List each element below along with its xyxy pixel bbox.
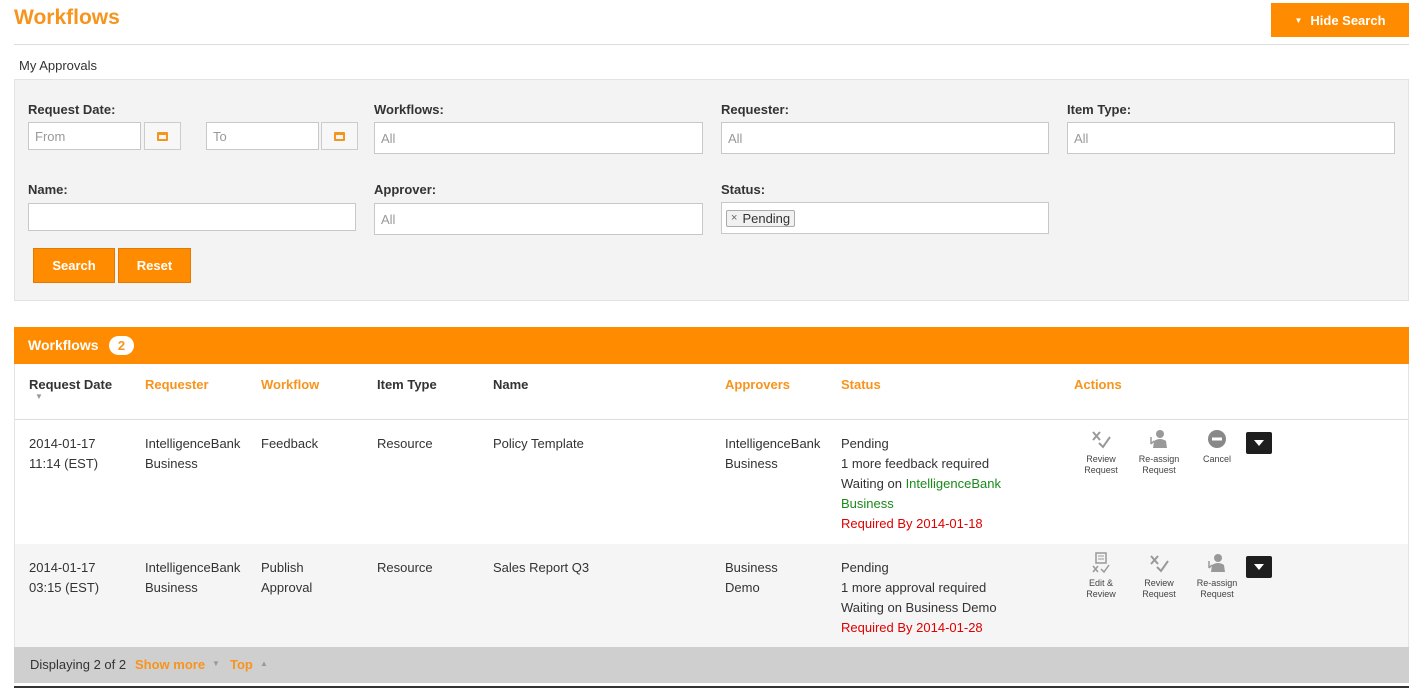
requester-select[interactable]: All (721, 122, 1049, 154)
calendar-icon (157, 131, 168, 141)
reset-button[interactable]: Reset (118, 248, 191, 283)
column-header-requester[interactable]: Requester (145, 377, 209, 392)
status-label: Status: (721, 182, 766, 197)
status-cell: Pending 1 more feedback required Waiting… (841, 434, 1001, 534)
approvers-cell: Business Demo (725, 560, 778, 595)
top-link[interactable]: Top (230, 657, 253, 672)
arrow-up-icon: ▲ (260, 659, 268, 668)
status-cell: Pending 1 more approval required Waiting… (841, 558, 997, 638)
item-type-select[interactable]: All (1067, 122, 1395, 154)
status-tag-pending[interactable]: × Pending (726, 209, 796, 227)
item-type-label: Item Type: (1067, 102, 1132, 117)
status-multiselect[interactable]: × Pending (721, 202, 1049, 234)
hide-search-button[interactable]: ▼ Hide Search (1271, 3, 1409, 37)
column-header-name: Name (493, 377, 529, 392)
reassign-request-button[interactable]: Re-assign Request (1192, 552, 1242, 600)
displaying-count: Displaying 2 of 2 (30, 657, 127, 672)
approver-select[interactable]: All (374, 203, 703, 235)
review-request-button[interactable]: Review Request (1076, 428, 1126, 476)
review-icon (1092, 431, 1111, 449)
name-cell: Sales Report Q3 (493, 560, 590, 575)
to-date-input[interactable]: To (206, 122, 319, 150)
hide-search-label: Hide Search (1310, 12, 1386, 28)
results-count-badge: 2 (109, 336, 134, 355)
more-actions-dropdown[interactable] (1246, 556, 1272, 578)
request-date-cell: 2014-01-17 03:15 (EST) (29, 560, 100, 595)
column-header-workflow[interactable]: Workflow (261, 377, 319, 392)
chevron-down-icon (1254, 564, 1264, 570)
item-type-cell: Resource (377, 560, 433, 575)
cancel-icon (1208, 430, 1226, 448)
to-calendar-button[interactable] (321, 122, 358, 150)
calendar-icon (334, 131, 345, 141)
approver-label: Approver: (374, 182, 437, 197)
remove-tag-icon[interactable]: × (731, 212, 737, 224)
name-label: Name: (28, 182, 68, 197)
breadcrumb[interactable]: My Approvals (19, 58, 97, 73)
waiting-on-user-link[interactable]: IntelligenceBank (906, 476, 1001, 491)
column-header-status[interactable]: Status (841, 377, 881, 392)
edit-review-icon (1092, 552, 1110, 574)
name-cell: Policy Template (493, 436, 584, 451)
cancel-button[interactable]: Cancel (1192, 428, 1242, 465)
required-by: Required By 2014-01-28 (841, 620, 983, 635)
name-input[interactable] (28, 203, 356, 231)
results-title: Workflows (28, 337, 99, 353)
item-type-cell: Resource (377, 436, 433, 451)
page-title: Workflows (14, 6, 120, 29)
approvers-cell: IntelligenceBank Business (725, 436, 821, 471)
column-header-actions[interactable]: Actions (1074, 377, 1122, 392)
request-date-label: Request Date: (28, 102, 116, 117)
workflows-label: Workflows: (374, 102, 444, 117)
table-row: 2014-01-17 03:15 (EST) IntelligenceBank … (15, 544, 1408, 647)
workflows-table: Request Date ▼ Requester Workflow Item T… (14, 364, 1409, 647)
status-text: Pending (841, 436, 889, 451)
request-date-cell: 2014-01-17 11:14 (EST) (29, 436, 99, 471)
reassign-icon (1208, 554, 1225, 572)
edit-review-button[interactable]: Edit & Review (1076, 552, 1126, 600)
search-panel: Request Date: From To Workflows: All Req… (14, 79, 1409, 301)
results-header: Workflows 2 (14, 327, 1409, 364)
waiting-on-user-link-cont[interactable]: Business (841, 494, 1001, 514)
status-detail: 1 more approval required (841, 580, 987, 595)
waiting-on: Waiting on Business Demo (841, 600, 997, 615)
from-calendar-button[interactable] (144, 122, 181, 150)
show-more-link[interactable]: Show more (135, 657, 205, 672)
column-header-approvers[interactable]: Approvers (725, 377, 790, 392)
requester-cell: IntelligenceBank Business (145, 560, 241, 595)
requester-label: Requester: (721, 102, 789, 117)
more-actions-dropdown[interactable] (1246, 432, 1272, 454)
review-icon (1150, 555, 1169, 573)
reassign-icon (1150, 430, 1167, 448)
reassign-request-button[interactable]: Re-assign Request (1134, 428, 1184, 476)
sort-desc-icon[interactable]: ▼ (35, 392, 43, 401)
workflows-select[interactable]: All (374, 122, 703, 154)
search-button[interactable]: Search (33, 248, 115, 283)
status-tag-label: Pending (742, 210, 791, 226)
column-header-item-type: Item Type (377, 377, 437, 392)
bottom-divider (14, 686, 1409, 688)
from-date-input[interactable]: From (28, 122, 141, 150)
workflow-cell: Feedback (261, 436, 319, 451)
header-divider (14, 44, 1409, 45)
chevron-down-icon (1254, 440, 1264, 446)
column-header-request-date[interactable]: Request Date (29, 377, 112, 392)
review-request-button[interactable]: Review Request (1134, 552, 1184, 600)
required-by: Required By 2014-01-18 (841, 516, 983, 531)
waiting-on: Waiting on IntelligenceBank (841, 476, 1001, 491)
page-header: Workflows ▼ Hide Search (0, 0, 1422, 45)
requester-cell: IntelligenceBank Business (145, 436, 241, 471)
status-text: Pending (841, 560, 889, 575)
workflow-cell: Publish Approval (261, 560, 313, 595)
table-footer: Displaying 2 of 2 Show more ▼ Top ▲ (14, 647, 1409, 683)
chevron-down-icon: ▼ (212, 659, 220, 668)
status-detail: 1 more feedback required (841, 456, 990, 471)
caret-down-icon: ▼ (1294, 15, 1303, 25)
table-row: 2014-01-17 11:14 (EST) IntelligenceBank … (15, 420, 1408, 544)
